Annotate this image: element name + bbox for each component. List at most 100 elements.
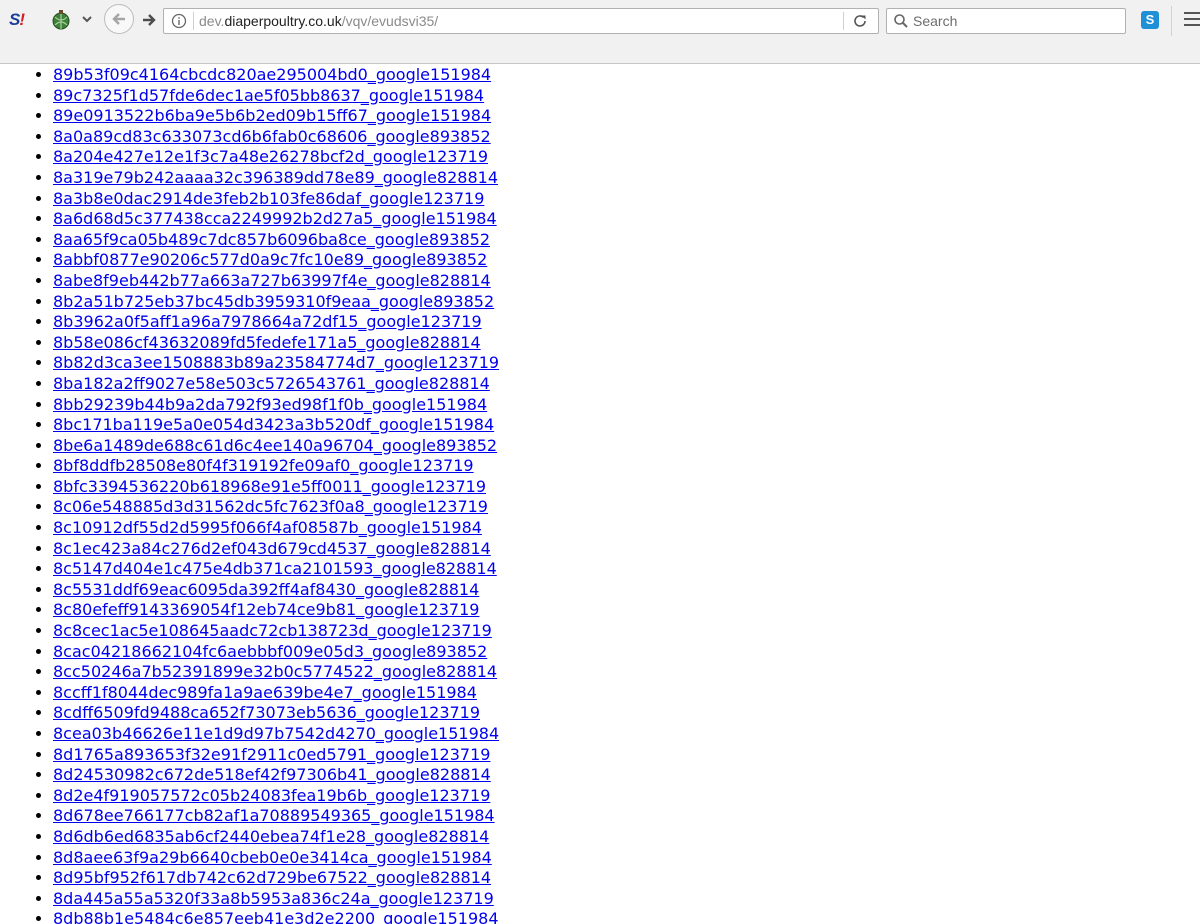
link-list: 89b53f09c4164cbcdc820ae295004bd0_google1… <box>0 65 499 924</box>
search-bar[interactable] <box>886 8 1126 34</box>
chevron-down-icon[interactable] <box>80 12 94 26</box>
list-item: 8be6a1489de688c61d6c4ee140a96704_google8… <box>53 436 499 457</box>
file-link[interactable]: 8c10912df55d2d5995f066f4af08587b_google1… <box>53 518 482 537</box>
file-link[interactable]: 8abe8f9eb442b77a663a727b63997f4e_google8… <box>53 271 491 290</box>
file-link[interactable]: 8ccff1f8044dec989fa1a9ae639be4e7_google1… <box>53 683 477 702</box>
list-item: 8ba182a2ff9027e58e503c5726543761_google8… <box>53 374 499 395</box>
url-domain: diaperpoultry.co.uk <box>224 13 342 29</box>
file-link[interactable]: 8d8aee63f9a29b6640cbeb0e0e3414ca_google1… <box>53 848 492 867</box>
file-link[interactable]: 8aa65f9ca05b489c7dc857b6096ba8ce_google8… <box>53 230 490 249</box>
file-link[interactable]: 8bc171ba119e5a0e054d3423a3b520df_google1… <box>53 415 494 434</box>
list-item: 8b3962a0f5aff1a96a7978664a72df15_google1… <box>53 312 499 333</box>
file-link[interactable]: 8b2a51b725eb37bc45db3959310f9eaa_google8… <box>53 292 494 311</box>
file-link[interactable]: 89e0913522b6ba9e5b6b2ed09b15ff67_google1… <box>53 106 491 125</box>
file-link[interactable]: 8a0a89cd83c633073cd6b6fab0c68606_google8… <box>53 127 491 146</box>
file-link[interactable]: 8abbf0877e90206c577d0a9c7fc10e89_google8… <box>53 250 487 269</box>
list-item: 8a0a89cd83c633073cd6b6fab0c68606_google8… <box>53 127 499 148</box>
list-item: 8a319e79b242aaaa32c396389dd78e89_google8… <box>53 168 499 189</box>
list-item: 8c8cec1ac5e108645aadc72cb138723d_google1… <box>53 621 499 642</box>
list-item: 8b2a51b725eb37bc45db3959310f9eaa_google8… <box>53 292 499 313</box>
list-item: 8cea03b46626e11e1d9d97b7542d4270_google1… <box>53 724 499 745</box>
list-item: 8a3b8e0dac2914de3feb2b103fe86daf_google1… <box>53 189 499 210</box>
extension-icon[interactable] <box>50 9 72 31</box>
ext-s-mark: ! <box>19 10 25 29</box>
toolbar-divider <box>1171 6 1172 36</box>
list-item: 8b58e086cf43632089fd5fedefe171a5_google8… <box>53 333 499 354</box>
file-link[interactable]: 8bb29239b44b9a2da792f93ed98f1f0b_google1… <box>53 395 487 414</box>
file-link[interactable]: 8b82d3ca3ee1508883b89a23584774d7_google1… <box>53 353 499 372</box>
file-link[interactable]: 8d24530982c672de518ef42f97306b41_google8… <box>53 765 491 784</box>
file-link[interactable]: 8a3b8e0dac2914de3feb2b103fe86daf_google1… <box>53 189 484 208</box>
file-link[interactable]: 8c5147d404e1c475e4db371ca2101593_google8… <box>53 559 497 578</box>
list-item: 8bb29239b44b9a2da792f93ed98f1f0b_google1… <box>53 395 499 416</box>
file-link[interactable]: 8d95bf952f617db742c62d729be67522_google8… <box>53 868 491 887</box>
file-link[interactable]: 8bf8ddfb28508e80f4f319192fe09af0_google1… <box>53 456 474 475</box>
list-item: 89e0913522b6ba9e5b6b2ed09b15ff67_google1… <box>53 106 499 127</box>
back-arrow-icon <box>112 13 125 25</box>
list-item: 8bf8ddfb28508e80f4f319192fe09af0_google1… <box>53 456 499 477</box>
file-link[interactable]: 8ba182a2ff9027e58e503c5726543761_google8… <box>53 374 490 393</box>
file-link[interactable]: 8b58e086cf43632089fd5fedefe171a5_google8… <box>53 333 481 352</box>
url-separator <box>843 12 844 30</box>
menu-icon[interactable] <box>1184 12 1200 28</box>
file-link[interactable]: 8db88b1e5484c6e857eeb41e3d2e2200_google1… <box>53 909 499 924</box>
search-icon <box>893 13 909 29</box>
file-link[interactable]: 8c80efeff9143369054f12eb74ce9b81_google1… <box>53 600 479 619</box>
forward-button[interactable] <box>138 8 160 32</box>
file-link[interactable]: 8c8cec1ac5e108645aadc72cb138723d_google1… <box>53 621 492 640</box>
list-item: 8cdff6509fd9488ca652f73073eb5636_google1… <box>53 703 499 724</box>
url-separator <box>193 12 194 30</box>
file-link[interactable]: 8d6db6ed6835ab6cf2440ebea74f1e28_google8… <box>53 827 489 846</box>
file-link[interactable]: 8a6d68d5c377438cca2249992b2d27a5_google1… <box>53 209 497 228</box>
list-item: 89b53f09c4164cbcdc820ae295004bd0_google1… <box>53 65 499 86</box>
list-item: 8d24530982c672de518ef42f97306b41_google8… <box>53 765 499 786</box>
file-link[interactable]: 8c06e548885d3d31562dc5fc7623f0a8_google1… <box>53 497 488 516</box>
list-item: 8da445a55a5320f33a8b5953a836c24a_google1… <box>53 889 499 910</box>
list-item: 8cac04218662104fc6aebbbf009e05d3_google8… <box>53 642 499 663</box>
file-link[interactable]: 8d2e4f919057572c05b24083fea19b6b_google1… <box>53 786 490 805</box>
file-link[interactable]: 8cc50246a7b52391899e32b0c5774522_google8… <box>53 662 497 681</box>
reload-button[interactable] <box>848 11 872 31</box>
list-item: 8c1ec423a84c276d2ef043d679cd4537_google8… <box>53 539 499 560</box>
search-input[interactable] <box>913 9 1118 33</box>
file-link[interactable]: 8da445a55a5320f33a8b5953a836c24a_google1… <box>53 889 494 908</box>
file-link[interactable]: 8cdff6509fd9488ca652f73073eb5636_google1… <box>53 703 480 722</box>
address-bar[interactable]: dev.diaperpoultry.co.uk/vqv/evudsvi35/ <box>163 8 879 34</box>
list-item: 8a6d68d5c377438cca2249992b2d27a5_google1… <box>53 209 499 230</box>
file-link[interactable]: 8c1ec423a84c276d2ef043d679cd4537_google8… <box>53 539 491 558</box>
file-link[interactable]: 8be6a1489de688c61d6c4ee140a96704_google8… <box>53 436 497 455</box>
file-link[interactable]: 89c7325f1d57fde6dec1ae5f05bb8637_google1… <box>53 86 484 105</box>
list-item: 8c10912df55d2d5995f066f4af08587b_google1… <box>53 518 499 539</box>
list-item: 8d678ee766177cb82af1a70889549365_google1… <box>53 806 499 827</box>
page-content: 89b53f09c4164cbcdc820ae295004bd0_google1… <box>0 64 1200 924</box>
file-link[interactable]: 8cea03b46626e11e1d9d97b7542d4270_google1… <box>53 724 499 743</box>
url-text[interactable]: dev.diaperpoultry.co.uk/vqv/evudsvi35/ <box>199 9 438 33</box>
url-path: /vqv/evudsvi35/ <box>341 13 439 29</box>
list-item: 8cc50246a7b52391899e32b0c5774522_google8… <box>53 662 499 683</box>
list-item: 8d2e4f919057572c05b24083fea19b6b_google1… <box>53 786 499 807</box>
list-item: 8a204e427e12e1f3c7a48e26278bcf2d_google1… <box>53 147 499 168</box>
file-link[interactable]: 8a319e79b242aaaa32c396389dd78e89_google8… <box>53 168 498 187</box>
list-item: 8c5147d404e1c475e4db371ca2101593_google8… <box>53 559 499 580</box>
back-button[interactable] <box>104 4 134 34</box>
file-link[interactable]: 8c5531ddf69eac6095da392ff4af8430_google8… <box>53 580 479 599</box>
skype-icon[interactable]: S <box>1141 11 1159 29</box>
url-subdomain: dev. <box>199 13 225 29</box>
file-link[interactable]: 8d1765a893653f32e91f2911c0ed5791_google1… <box>53 745 490 764</box>
ext-s-icon[interactable]: S! <box>9 10 33 30</box>
file-link[interactable]: 8d678ee766177cb82af1a70889549365_google1… <box>53 806 495 825</box>
file-link[interactable]: 8b3962a0f5aff1a96a7978664a72df15_google1… <box>53 312 482 331</box>
list-item: 8bc171ba119e5a0e054d3423a3b520df_google1… <box>53 415 499 436</box>
file-link[interactable]: 8cac04218662104fc6aebbbf009e05d3_google8… <box>53 642 487 661</box>
list-item: 8abe8f9eb442b77a663a727b63997f4e_google8… <box>53 271 499 292</box>
list-item: 8bfc3394536220b618968e91e5ff0011_google1… <box>53 477 499 498</box>
list-item: 8db88b1e5484c6e857eeb41e3d2e2200_google1… <box>53 909 499 924</box>
file-link[interactable]: 89b53f09c4164cbcdc820ae295004bd0_google1… <box>53 65 491 84</box>
list-item: 89c7325f1d57fde6dec1ae5f05bb8637_google1… <box>53 86 499 107</box>
file-link[interactable]: 8bfc3394536220b618968e91e5ff0011_google1… <box>53 477 486 496</box>
forward-arrow-icon <box>143 14 156 26</box>
list-item: 8d1765a893653f32e91f2911c0ed5791_google1… <box>53 745 499 766</box>
file-link[interactable]: 8a204e427e12e1f3c7a48e26278bcf2d_google1… <box>53 147 488 166</box>
list-item: 8c06e548885d3d31562dc5fc7623f0a8_google1… <box>53 497 499 518</box>
info-icon[interactable] <box>171 13 187 29</box>
